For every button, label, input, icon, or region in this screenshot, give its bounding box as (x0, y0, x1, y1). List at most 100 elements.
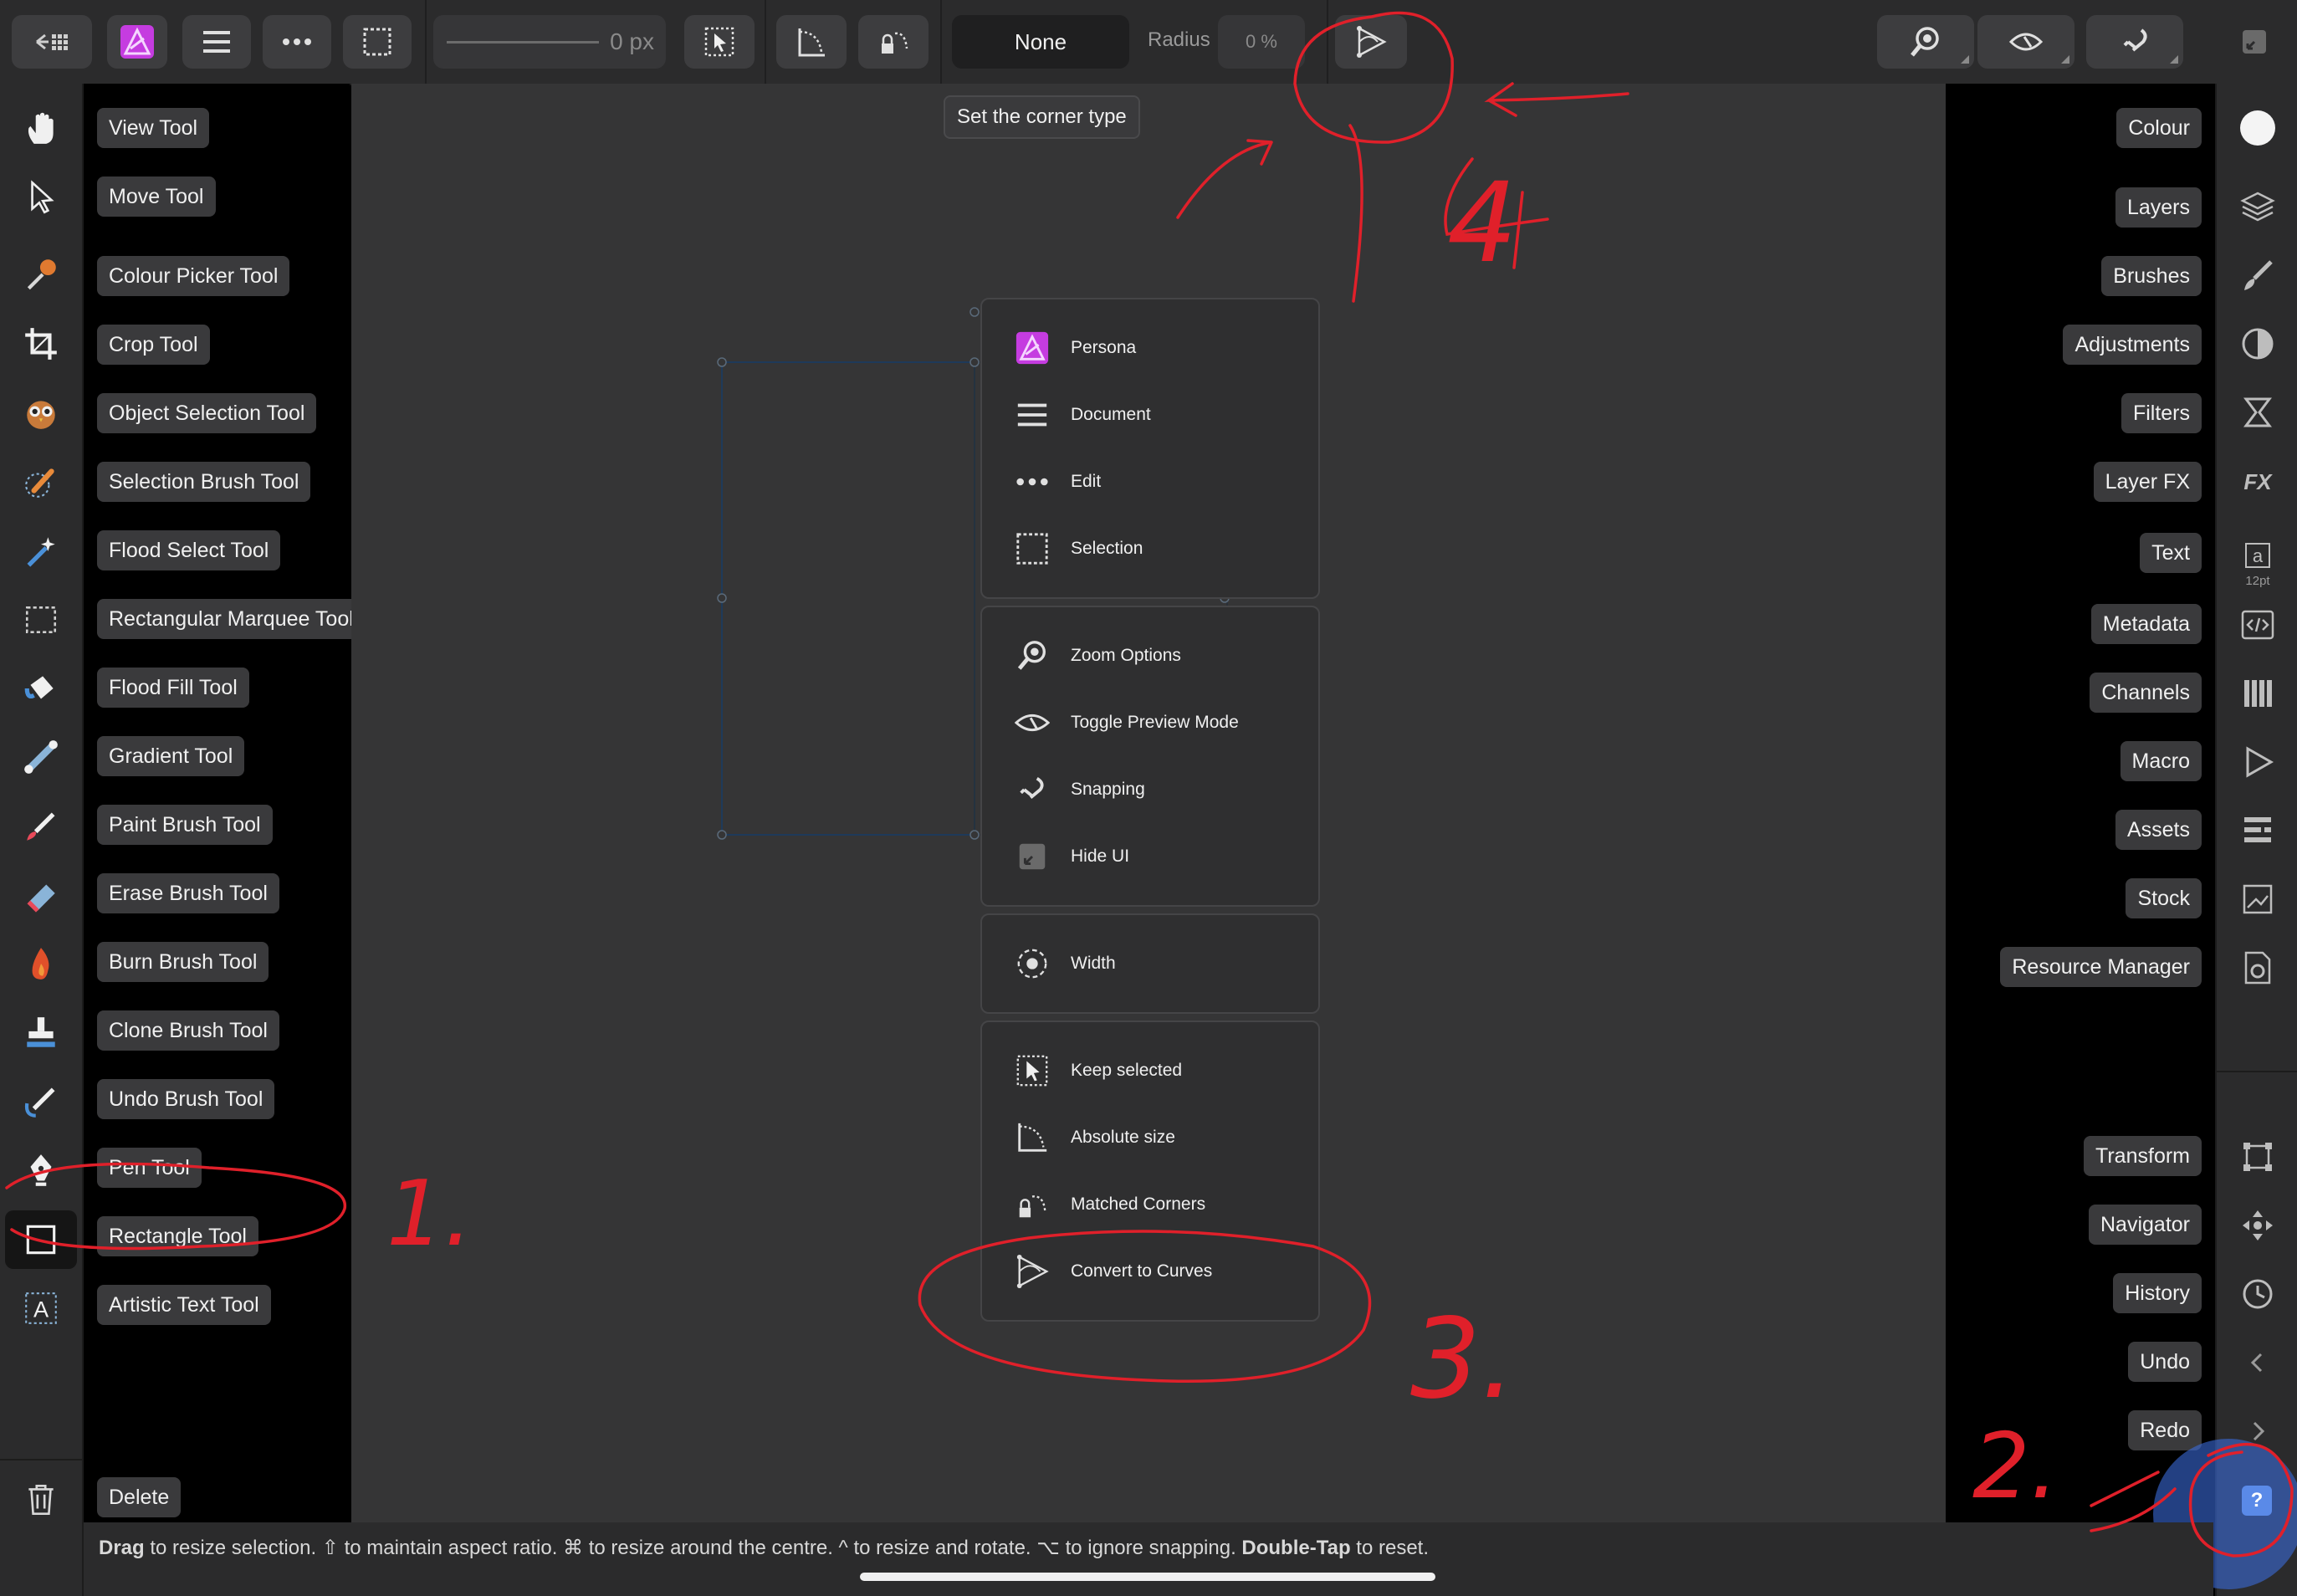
history-panel-button[interactable] (2230, 1266, 2285, 1322)
colour-panel-button[interactable] (2230, 100, 2285, 156)
code-icon (2241, 610, 2274, 640)
undo-button[interactable] (2230, 1335, 2285, 1390)
status-bold-double-tap: Double-Tap (1241, 1537, 1351, 1559)
menu-item-width[interactable]: Width (982, 932, 1317, 995)
keep-selected-toggle[interactable] (684, 15, 755, 69)
gear-file-icon (2244, 951, 2271, 985)
navigator-panel-button[interactable] (2230, 1198, 2285, 1253)
tool-label: Undo Brush Tool (97, 1079, 275, 1119)
absolute-size-icon (798, 28, 825, 57)
tool-label: Erase Brush Tool (97, 873, 279, 913)
resource-manager-panel-button[interactable] (2230, 940, 2285, 995)
erase-brush-tool-button[interactable] (12, 866, 70, 924)
menu-item-selection[interactable]: Selection (982, 517, 1317, 581)
top-toolbar: 0 px None Radius 0 % (0, 0, 2297, 85)
selection-menu-button[interactable] (343, 15, 412, 69)
delete-button[interactable] (12, 1471, 70, 1529)
macro-panel-button[interactable] (2230, 734, 2285, 790)
stock-icon (2243, 884, 2273, 914)
flood-fill-tool-button[interactable] (12, 659, 70, 718)
flood-select-tool-button[interactable] (12, 522, 70, 581)
adjustments-icon (2242, 328, 2274, 360)
rectangle-tool-button[interactable] (5, 1210, 77, 1269)
burn-brush-tool-button[interactable] (12, 934, 70, 993)
absolute-size-toggle[interactable] (776, 15, 847, 69)
tool-label: Rectangular Marquee Tool (97, 599, 366, 639)
menu-item-keep-selected[interactable]: Keep selected (982, 1039, 1317, 1102)
move-tool-button[interactable] (12, 167, 70, 226)
hide-ui-button[interactable] (2222, 15, 2287, 69)
preview-eye-icon (2008, 33, 2044, 51)
tool-label: Burn Brush Tool (97, 942, 269, 982)
text-panel-button[interactable]: a 12pt (2230, 525, 2285, 592)
magnet-icon (1020, 776, 1044, 800)
hide-ui-icon (1019, 843, 1046, 870)
svg-text:A: A (33, 1296, 49, 1322)
tool-label: Clone Brush Tool (97, 1010, 279, 1051)
rectangular-marquee-tool-button[interactable] (12, 591, 70, 649)
tool-label: Object Selection Tool (97, 393, 317, 433)
matched-corners-toggle[interactable] (858, 15, 929, 69)
undo-brush-tool-button[interactable] (12, 1072, 70, 1131)
brushes-panel-button[interactable] (2230, 248, 2285, 303)
pointer-icon (31, 180, 54, 214)
menu-item-toggle-preview[interactable]: Toggle Preview Mode (982, 691, 1317, 755)
pen-tool-button[interactable] (12, 1141, 70, 1200)
paint-brush-tool-button[interactable] (12, 797, 70, 856)
fx-icon: FX (2243, 469, 2273, 494)
colour-swatch-icon (2240, 110, 2275, 146)
menu-item-matched-corners[interactable]: Matched Corners (982, 1173, 1317, 1236)
menu-item-hide-ui[interactable]: Hide UI (982, 825, 1317, 888)
crop-tool-button[interactable] (12, 315, 70, 373)
marquee-icon (1016, 533, 1048, 565)
object-selection-tool-button[interactable] (12, 384, 70, 442)
menu-item-absolute-size[interactable]: Absolute size (982, 1106, 1317, 1169)
panel-label: Channels (2090, 673, 2202, 713)
view-tool-button[interactable] (12, 99, 70, 157)
back-to-gallery-button[interactable] (12, 15, 92, 69)
persona-button[interactable] (107, 15, 167, 69)
clone-brush-tool-button[interactable] (12, 1004, 70, 1062)
document-menu-button[interactable] (182, 15, 251, 69)
tool-label: Colour Picker Tool (97, 256, 290, 296)
tool-label: Crop Tool (97, 325, 210, 365)
menu-group-width: Width (980, 913, 1320, 1014)
snapping-button[interactable] (2086, 15, 2183, 69)
filters-panel-button[interactable] (2230, 385, 2285, 440)
menu-item-edit[interactable]: Edit (982, 450, 1317, 514)
menu-item-convert-to-curves[interactable]: Convert to Curves (982, 1240, 1317, 1303)
stock-panel-button[interactable] (2230, 872, 2285, 927)
radius-field[interactable]: 0 % (1218, 15, 1305, 69)
chevron-left-icon (2250, 1353, 2263, 1373)
metadata-panel-button[interactable] (2230, 597, 2285, 652)
menu-item-document[interactable]: Document (982, 383, 1317, 447)
assets-panel-button[interactable] (2230, 803, 2285, 858)
corner-type-dropdown[interactable]: None (952, 15, 1129, 69)
help-button[interactable]: ? (2242, 1486, 2272, 1516)
artistic-text-tool-button[interactable]: A (12, 1279, 70, 1338)
trash-icon (28, 1484, 54, 1516)
zoom-options-button[interactable] (1877, 15, 1974, 69)
status-text-1: to resize selection. ⇧ to maintain aspec… (144, 1537, 1242, 1559)
convert-to-curves-button[interactable] (1335, 15, 1407, 69)
gradient-tool-button[interactable] (12, 728, 70, 786)
menu-item-zoom-options[interactable]: Zoom Options (982, 624, 1317, 688)
menu-item-persona[interactable]: Persona (982, 316, 1317, 380)
menu-item-snapping[interactable]: Snapping (982, 758, 1317, 821)
selection-brush-tool-button[interactable] (12, 453, 70, 511)
adjustments-panel-button[interactable] (2230, 316, 2285, 371)
line-width-slider[interactable]: 0 px (433, 15, 666, 69)
tool-label: Rectangle Tool (97, 1216, 258, 1256)
toggle-preview-button[interactable] (1977, 15, 2074, 69)
eraser-icon (27, 884, 55, 913)
convert-to-curves-icon (1357, 26, 1387, 58)
colour-picker-tool-button[interactable] (12, 245, 70, 304)
menu-group-view: Zoom Options Toggle Preview Mode Snappin… (980, 606, 1320, 907)
transform-panel-button[interactable] (2230, 1129, 2285, 1184)
channels-panel-button[interactable] (2230, 666, 2285, 721)
layer-fx-panel-button[interactable]: FX (2230, 453, 2285, 509)
edit-menu-button[interactable] (263, 15, 331, 69)
status-hint: Drag to resize selection. ⇧ to maintain … (99, 1536, 1429, 1560)
panel-label: Stock (2126, 878, 2202, 918)
layers-panel-button[interactable] (2230, 179, 2285, 234)
